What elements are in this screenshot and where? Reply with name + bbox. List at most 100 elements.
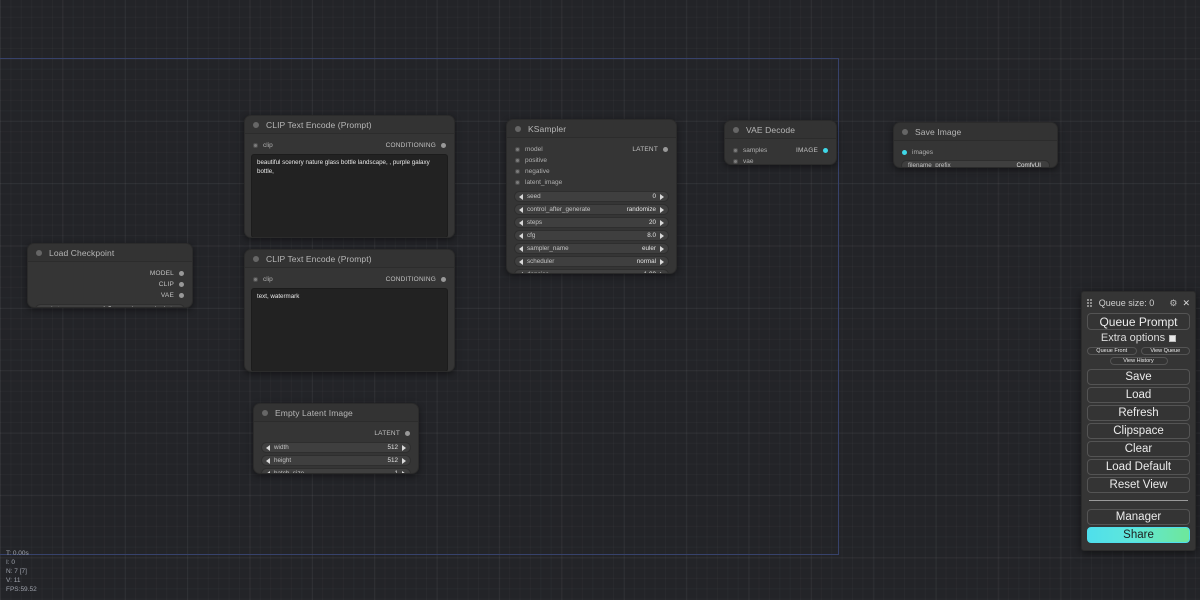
extra-options-row[interactable]: Extra options (1087, 332, 1190, 344)
increment-arrow-icon[interactable] (402, 457, 406, 464)
input-port-icon[interactable] (253, 142, 258, 148)
increment-arrow-icon[interactable] (660, 245, 664, 252)
node-empty-latent-image[interactable]: Empty Latent Image LATENT width 512 heig… (253, 403, 419, 474)
share-button[interactable]: Share (1087, 527, 1190, 543)
decrement-arrow-icon[interactable] (40, 306, 44, 307)
collapse-dot-icon[interactable] (253, 255, 259, 262)
node-title-bar[interactable]: CLIP Text Encode (Prompt) (245, 250, 454, 268)
input-port-icon[interactable] (733, 147, 738, 153)
slot-row-clip-conditioning[interactable]: clip CONDITIONING (245, 274, 454, 284)
slot-row-samples-image[interactable]: samples IMAGE (725, 145, 836, 155)
collapse-dot-icon[interactable] (733, 126, 739, 133)
increment-arrow-icon[interactable] (402, 470, 406, 473)
input-slot-positive[interactable]: positive (507, 155, 676, 165)
decrement-arrow-icon[interactable] (266, 457, 270, 464)
increment-arrow-icon[interactable] (660, 193, 664, 200)
load-button[interactable]: Load (1087, 387, 1190, 403)
decrement-arrow-icon[interactable] (266, 470, 270, 473)
view-queue-button[interactable]: View Queue (1140, 347, 1190, 355)
output-port-icon[interactable] (663, 146, 668, 152)
node-save-image[interactable]: Save Image images filename_prefix ComfyU… (893, 122, 1058, 168)
node-ksampler[interactable]: KSampler model LATENT positive negative … (506, 119, 677, 274)
widget-sampler-name[interactable]: sampler_name euler (514, 243, 669, 254)
output-port-icon[interactable] (179, 281, 184, 287)
clipspace-button[interactable]: Clipspace (1087, 423, 1190, 439)
input-port-icon[interactable] (902, 149, 907, 155)
menu-header[interactable]: Queue size: 0 ⚙ ✕ (1087, 296, 1190, 310)
input-slot-images[interactable]: images (894, 147, 1057, 157)
input-slot-vae[interactable]: vae (725, 156, 836, 164)
collapse-dot-icon[interactable] (253, 121, 259, 128)
refresh-button[interactable]: Refresh (1087, 405, 1190, 421)
collapse-dot-icon[interactable] (36, 249, 42, 256)
output-port-icon[interactable] (405, 430, 410, 436)
slot-row-clip-conditioning[interactable]: clip CONDITIONING (245, 140, 454, 150)
input-port-icon[interactable] (515, 157, 520, 163)
prompt-textarea[interactable]: text, watermark (251, 288, 448, 371)
collapse-dot-icon[interactable] (262, 409, 268, 416)
queue-front-button[interactable]: Queue Front (1087, 347, 1137, 355)
widget-seed[interactable]: seed 0 (514, 191, 669, 202)
close-icon[interactable]: ✕ (1182, 298, 1190, 308)
widget-ckpt-name[interactable]: ckpt_name v1-5-pruned-emaonly.ckpt (35, 304, 185, 307)
output-port-icon[interactable] (179, 292, 184, 298)
widget-width[interactable]: width 512 (261, 442, 411, 453)
decrement-arrow-icon[interactable] (519, 206, 523, 213)
increment-arrow-icon[interactable] (660, 271, 664, 273)
decrement-arrow-icon[interactable] (519, 271, 523, 273)
node-clip-text-encode-negative[interactable]: CLIP Text Encode (Prompt) clip CONDITION… (244, 249, 455, 372)
node-title-bar[interactable]: KSampler (507, 120, 676, 138)
view-history-button[interactable]: View History (1109, 357, 1168, 365)
output-slot-model[interactable]: MODEL (28, 268, 192, 278)
reset-view-button[interactable]: Reset View (1087, 477, 1190, 493)
decrement-arrow-icon[interactable] (519, 245, 523, 252)
save-button[interactable]: Save (1087, 369, 1190, 385)
clear-button[interactable]: Clear (1087, 441, 1190, 457)
node-load-checkpoint[interactable]: Load Checkpoint MODEL CLIP VAE (27, 243, 193, 308)
queue-prompt-button[interactable]: Queue Prompt (1087, 313, 1190, 330)
decrement-arrow-icon[interactable] (519, 193, 523, 200)
increment-arrow-icon[interactable] (660, 206, 664, 213)
widget-denoise[interactable]: denoise 1.00 (514, 269, 669, 273)
node-title-bar[interactable]: Save Image (894, 123, 1057, 141)
decrement-arrow-icon[interactable] (519, 232, 523, 239)
node-title-bar[interactable]: Empty Latent Image (254, 404, 418, 422)
comfy-menu-panel[interactable]: Queue size: 0 ⚙ ✕ Queue Prompt Extra opt… (1081, 291, 1196, 551)
output-slot-latent[interactable]: LATENT (254, 428, 418, 438)
input-port-icon[interactable] (733, 158, 738, 164)
output-port-icon[interactable] (179, 270, 184, 276)
widget-steps[interactable]: steps 20 (514, 217, 669, 228)
node-title-bar[interactable]: Load Checkpoint (28, 244, 192, 262)
input-slot-latent-image[interactable]: latent_image (507, 177, 676, 187)
manager-button[interactable]: Manager (1087, 509, 1190, 525)
output-port-icon[interactable] (823, 147, 828, 153)
widget-height[interactable]: height 512 (261, 455, 411, 466)
widget-cfg[interactable]: cfg 8.0 (514, 230, 669, 241)
input-port-icon[interactable] (253, 276, 258, 282)
widget-filename-prefix[interactable]: filename_prefix ComfyUI (901, 160, 1050, 167)
slot-row-model-latent[interactable]: model LATENT (507, 144, 676, 154)
increment-arrow-icon[interactable] (176, 306, 180, 307)
drag-handle-icon[interactable] (1087, 299, 1092, 307)
output-slot-clip[interactable]: CLIP (28, 279, 192, 289)
node-vae-decode[interactable]: VAE Decode samples IMAGE vae (724, 120, 837, 165)
input-port-icon[interactable] (515, 179, 520, 185)
graph-canvas[interactable]: Load Checkpoint MODEL CLIP VAE CLIP Text… (0, 0, 1200, 600)
output-port-icon[interactable] (441, 276, 446, 282)
collapse-dot-icon[interactable] (515, 125, 521, 132)
prompt-textarea[interactable]: beautiful scenery nature glass bottle la… (251, 154, 448, 237)
input-slot-negative[interactable]: negative (507, 166, 676, 176)
node-title-bar[interactable]: VAE Decode (725, 121, 836, 139)
gear-icon[interactable]: ⚙ (1169, 298, 1177, 308)
decrement-arrow-icon[interactable] (266, 444, 270, 451)
node-clip-text-encode-positive[interactable]: CLIP Text Encode (Prompt) clip CONDITION… (244, 115, 455, 238)
extra-options-checkbox[interactable] (1169, 334, 1177, 342)
increment-arrow-icon[interactable] (660, 232, 664, 239)
collapse-dot-icon[interactable] (902, 128, 908, 135)
widget-batch-size[interactable]: batch_size 1 (261, 468, 411, 473)
node-title-bar[interactable]: CLIP Text Encode (Prompt) (245, 116, 454, 134)
load-default-button[interactable]: Load Default (1087, 459, 1190, 475)
increment-arrow-icon[interactable] (660, 258, 664, 265)
output-slot-vae[interactable]: VAE (28, 290, 192, 300)
widget-scheduler[interactable]: scheduler normal (514, 256, 669, 267)
